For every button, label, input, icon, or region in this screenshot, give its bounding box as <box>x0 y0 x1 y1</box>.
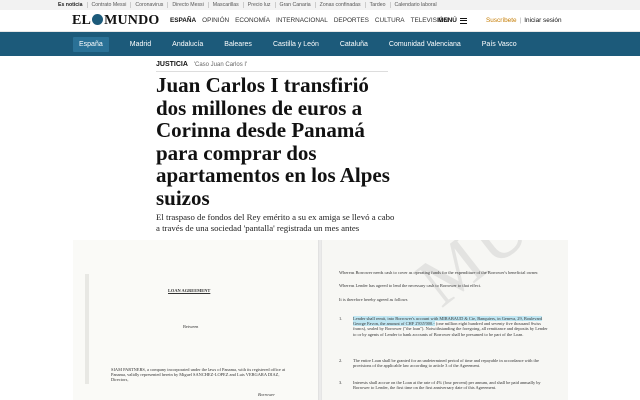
logo-text-right: MUNDO <box>104 13 160 28</box>
trending-link[interactable]: Mascarillas <box>207 2 243 8</box>
trending-label: Es noticia <box>58 2 83 8</box>
whereas-paragraph-1: Whereas Borrower needs cash to cover as … <box>339 270 539 275</box>
divider: | <box>519 17 522 24</box>
loan-agreement-title: LOAN AGREEMENT <box>168 288 211 293</box>
article-kicker: JUSTICIA 'Caso Juan Carlos I' <box>156 61 247 68</box>
nav-item-opinion[interactable]: OPINIÓN <box>202 17 229 24</box>
topic-tag[interactable]: 'Caso Juan Carlos I' <box>194 62 247 68</box>
nav-item-deportes[interactable]: DEPORTES <box>334 17 369 24</box>
trending-link[interactable]: Calendario laboral <box>389 2 441 8</box>
agreed-paragraph: It is therefore hereby agreed as follows <box>339 297 408 302</box>
hamburger-icon <box>459 17 467 24</box>
regional-nav: España Madrid Andalucía Baleares Castill… <box>0 32 640 56</box>
trending-link[interactable]: Tardeo <box>364 2 390 8</box>
between-label: Between <box>183 324 199 329</box>
clause-number: 3. <box>339 380 343 385</box>
article-subtitle: El traspaso de fondos del Rey emérito a … <box>156 212 395 233</box>
region-cataluna[interactable]: Cataluña <box>340 41 368 48</box>
login-link[interactable]: Iniciar sesión <box>524 17 561 24</box>
party-paragraph: SIAM PARTNERS, a company incorporated un… <box>111 367 297 383</box>
clause-number: 1. <box>339 316 343 321</box>
trending-link[interactable]: Zonas confinadas <box>314 2 365 8</box>
globe-icon <box>92 14 104 25</box>
clause-3: Interests shall accrue on the Loan at th… <box>353 380 541 391</box>
region-pais-vasco[interactable]: País Vasco <box>482 41 517 48</box>
nav-item-cultura[interactable]: CULTURA <box>375 17 405 24</box>
trending-link[interactable]: Gran Canaria <box>274 2 315 8</box>
trending-link[interactable]: Precio luz <box>242 2 275 8</box>
trending-link[interactable]: Directo Messi <box>167 2 207 8</box>
article-headline: Juan Carlos I transfirió dos millones de… <box>156 73 390 210</box>
menu-button[interactable]: MENÚ <box>438 17 467 24</box>
section-label[interactable]: JUSTICIA <box>156 61 188 68</box>
clause-2: The entire Loan shall be granted for an … <box>353 358 539 369</box>
clause-number: 2. <box>339 358 343 363</box>
region-espana[interactable]: España <box>73 36 109 52</box>
user-links: Suscríbete | Iniciar sesión <box>486 17 562 24</box>
main-nav: ESPAÑA OPINIÓN ECONOMÍA INTERNACIONAL DE… <box>170 17 454 24</box>
trending-link[interactable]: Coronavirus <box>130 2 167 8</box>
page-edge <box>85 274 89 384</box>
page-fold <box>318 240 322 400</box>
trending-bar: Es noticia Contrato Messi Coronavirus Di… <box>0 0 640 10</box>
region-andalucia[interactable]: Andalucía <box>172 41 203 48</box>
region-valenciana[interactable]: Comunidad Valenciana <box>389 41 461 48</box>
site-logo[interactable]: EL MUNDO <box>72 13 160 29</box>
site-header: EL MUNDO ESPAÑA OPINIÓN ECONOMÍA INTERNAC… <box>0 10 640 32</box>
whereas-paragraph-2: Whereas Lender has agreed to lend the ne… <box>339 283 482 288</box>
region-castilla-leon[interactable]: Castilla y León <box>273 41 319 48</box>
subscribe-link[interactable]: Suscríbete <box>486 17 517 24</box>
region-madrid[interactable]: Madrid <box>130 41 151 48</box>
clause-1: Lender shall remit, into Borrower's acco… <box>353 316 549 337</box>
nav-item-espana[interactable]: ESPAÑA <box>170 17 196 24</box>
divider <box>156 71 388 72</box>
menu-label: MENÚ <box>438 17 457 24</box>
logo-text-left: EL <box>72 13 92 28</box>
trending-link[interactable]: Contrato Messi <box>86 2 131 8</box>
region-baleares[interactable]: Baleares <box>224 41 252 48</box>
nav-item-internacional[interactable]: INTERNACIONAL <box>276 17 328 24</box>
nav-item-economia[interactable]: ECONOMÍA <box>235 17 270 24</box>
borrower-label: Borrower <box>258 392 275 397</box>
document-image: MUNDO LOAN AGREEMENT Between SIAM PARTNE… <box>73 240 568 400</box>
